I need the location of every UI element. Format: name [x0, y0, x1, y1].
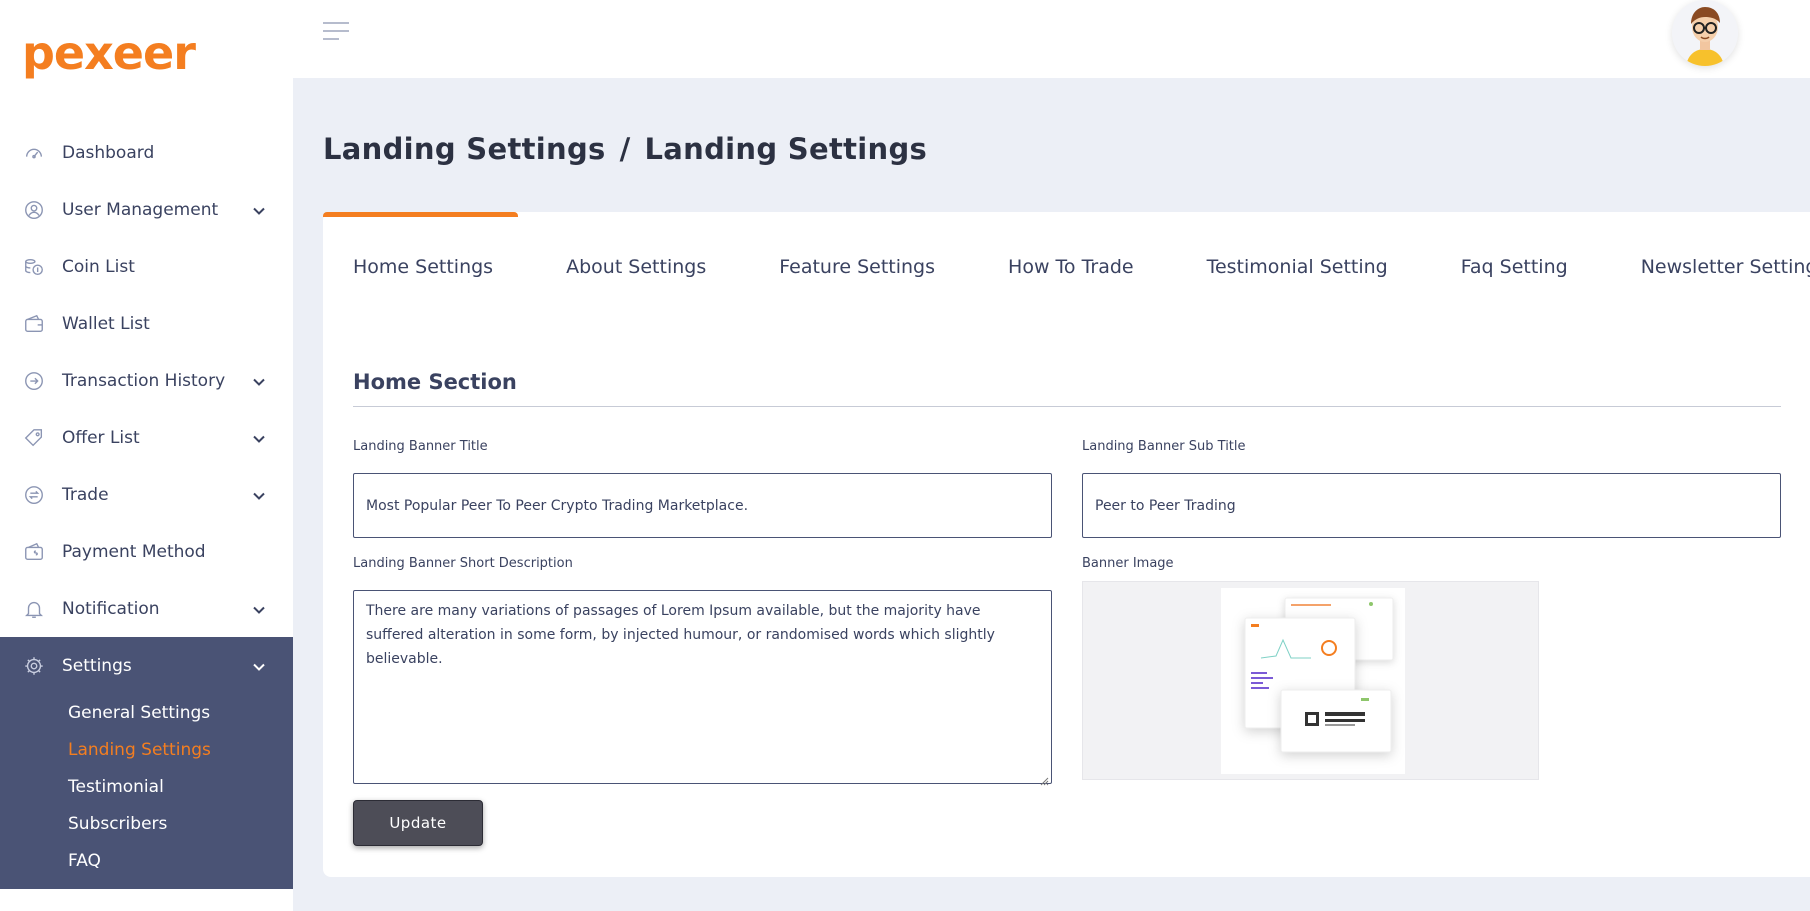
resize-handle-icon[interactable]	[1039, 771, 1049, 786]
sidebar-item-label: Offer List	[62, 427, 140, 448]
sidebar-item-user-management[interactable]: User Management	[0, 181, 293, 238]
sidebar-item-label: Notification	[62, 598, 160, 619]
logo-text: pexeer	[22, 26, 196, 80]
tab-how-to-trade[interactable]: How To Trade	[1008, 256, 1134, 278]
sidebar-item-label: User Management	[62, 199, 219, 220]
coins-icon	[22, 255, 46, 279]
settings-tabs: Home Settings About Settings Feature Set…	[353, 256, 1810, 278]
tab-home-settings[interactable]: Home Settings	[353, 256, 493, 278]
banner-image-dropzone[interactable]	[1082, 581, 1539, 780]
wallet-icon	[22, 312, 46, 336]
page-title: Landing Settings / Landing Settings	[323, 132, 927, 166]
banner-subtitle-input[interactable]	[1082, 473, 1781, 538]
dashboard-mockup-illustration	[1244, 597, 1394, 753]
tag-icon	[22, 426, 46, 450]
sidebar-item-label: Dashboard	[62, 142, 155, 163]
sidebar-item-offer-list[interactable]: Offer List	[0, 409, 293, 466]
sidebar-item-label: Payment Method	[62, 541, 206, 562]
tab-about-settings[interactable]: About Settings	[566, 256, 706, 278]
settings-submenu: General Settings Landing Settings Testim…	[0, 694, 293, 879]
short-description-textarea[interactable]: There are many variations of passages of…	[353, 590, 1052, 784]
breadcrumb-current: Landing Settings	[644, 132, 928, 166]
banner-title-input[interactable]	[353, 473, 1052, 538]
submenu-item-landing-settings[interactable]: Landing Settings	[68, 731, 293, 768]
sidebar-item-wallet-list[interactable]: Wallet List	[0, 295, 293, 352]
avatar-illustration	[1672, 0, 1738, 66]
chevron-down-icon[interactable]	[252, 431, 266, 445]
sidebar-item-trade[interactable]: Trade	[0, 466, 293, 523]
banner-image-preview	[1221, 588, 1405, 774]
section-divider	[353, 406, 1781, 407]
exchange-icon	[22, 483, 46, 507]
sidebar-item-transaction-history[interactable]: Transaction History	[0, 352, 293, 409]
active-tab-indicator	[323, 212, 518, 217]
tab-testimonial-setting[interactable]: Testimonial Setting	[1207, 256, 1388, 278]
chevron-down-icon[interactable]	[252, 602, 266, 616]
short-description-label: Landing Banner Short Description	[353, 556, 573, 571]
bell-icon	[22, 597, 46, 621]
submenu-item-testimonial[interactable]: Testimonial	[68, 768, 293, 805]
sidebar-item-label: Settings	[62, 655, 132, 676]
sidebar: pexeer Dashboard User Management Coin Li…	[0, 0, 293, 911]
topbar	[293, 0, 1810, 78]
logo[interactable]: pexeer	[22, 14, 196, 80]
breadcrumb-separator: /	[619, 132, 631, 166]
section-title: Home Section	[353, 370, 517, 394]
submenu-item-general-settings[interactable]: General Settings	[68, 694, 293, 731]
sidebar-item-label: Coin List	[62, 256, 135, 277]
avatar[interactable]	[1672, 0, 1738, 66]
sidebar-item-coin-list[interactable]: Coin List	[0, 238, 293, 295]
sidebar-item-label: Wallet List	[62, 313, 150, 334]
tab-faq-setting[interactable]: Faq Setting	[1461, 256, 1568, 278]
submenu-item-faq[interactable]: FAQ	[68, 842, 293, 879]
chevron-down-icon[interactable]	[252, 488, 266, 502]
sidebar-item-dashboard[interactable]: Dashboard	[0, 124, 293, 181]
transaction-icon	[22, 369, 46, 393]
banner-image-label: Banner Image	[1082, 556, 1174, 571]
update-button[interactable]: Update	[353, 800, 483, 846]
sidebar-item-notification[interactable]: Notification	[0, 580, 293, 637]
sidebar-group-settings: Settings General Settings Landing Settin…	[0, 637, 293, 889]
tab-feature-settings[interactable]: Feature Settings	[779, 256, 935, 278]
banner-subtitle-label: Landing Banner Sub Title	[1082, 439, 1246, 454]
gear-icon	[22, 654, 46, 678]
submenu-item-subscribers[interactable]: Subscribers	[68, 805, 293, 842]
chevron-down-icon[interactable]	[252, 659, 266, 673]
sidebar-item-label: Transaction History	[62, 370, 226, 391]
tab-newsletter-setting[interactable]: Newsletter Setting	[1641, 256, 1810, 278]
chevron-down-icon[interactable]	[252, 203, 266, 217]
settings-card: Home Settings About Settings Feature Set…	[323, 212, 1810, 877]
banner-title-label: Landing Banner Title	[353, 439, 488, 454]
chevron-down-icon[interactable]	[252, 374, 266, 388]
speedometer-icon	[22, 141, 46, 165]
user-circle-icon	[22, 198, 46, 222]
sidebar-item-label: Trade	[62, 484, 109, 505]
menu-toggle-icon[interactable]	[323, 22, 349, 44]
breadcrumb-parent[interactable]: Landing Settings	[323, 132, 606, 166]
sidebar-item-settings[interactable]: Settings	[0, 637, 293, 694]
sidebar-item-payment-method[interactable]: Payment Method	[0, 523, 293, 580]
sidebar-nav: Dashboard User Management Coin List Wall…	[0, 124, 293, 889]
payment-icon	[22, 540, 46, 564]
